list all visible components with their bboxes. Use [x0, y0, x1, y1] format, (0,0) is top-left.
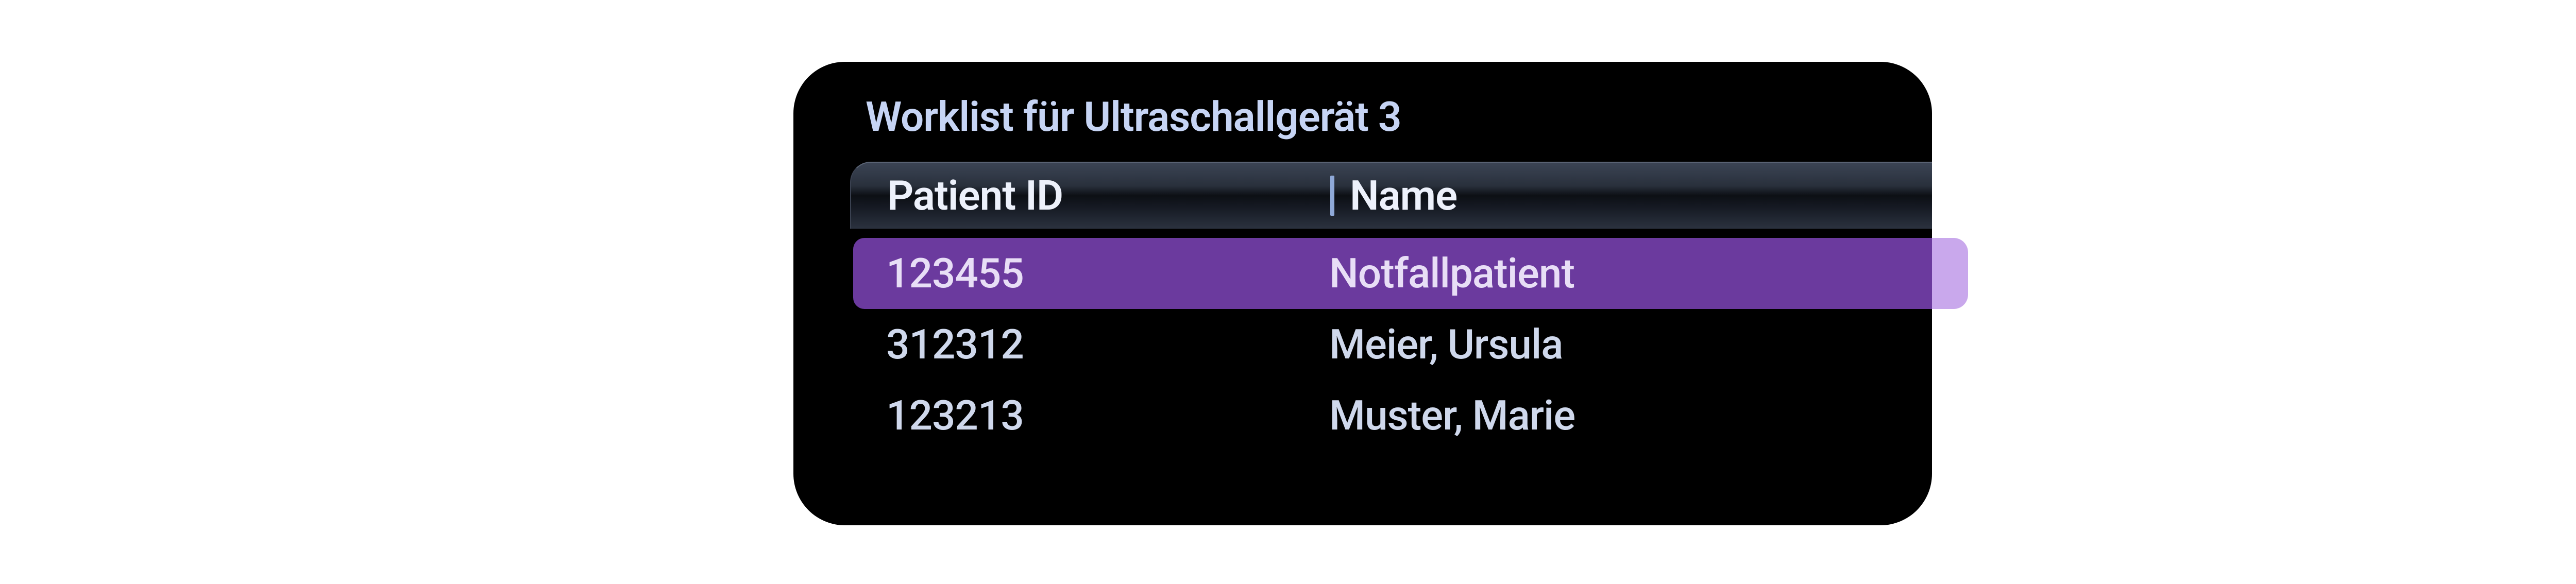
- cell-patient-name: Muster, Marie: [1329, 391, 1932, 440]
- table-row[interactable]: 123213 Muster, Marie: [850, 380, 1932, 451]
- cell-patient-id: 123213: [886, 391, 1329, 440]
- table-row[interactable]: 123455 Notfallpatient: [853, 238, 1932, 309]
- table-body: 123455 Notfallpatient 312312 Meier, Ursu…: [850, 229, 1932, 451]
- column-header-name[interactable]: Name: [1330, 163, 1932, 229]
- cell-patient-name: Meier, Ursula: [1329, 320, 1932, 369]
- cell-patient-id: 123455: [886, 249, 1329, 298]
- cell-patient-id: 312312: [886, 320, 1329, 369]
- table-row[interactable]: 312312 Meier, Ursula: [850, 309, 1932, 380]
- table-header-row: Patient ID Name: [850, 162, 1932, 229]
- panel-title: Worklist für Ultraschallgerät 3: [866, 93, 1932, 141]
- worklist-table: Patient ID Name 123455 Notfallpatient 31…: [850, 162, 1932, 451]
- column-header-patient-id[interactable]: Patient ID: [887, 163, 1330, 229]
- cell-patient-name: Notfallpatient: [1329, 249, 1932, 298]
- column-divider-icon: [1330, 176, 1334, 216]
- worklist-panel: Worklist für Ultraschallgerät 3 Patient …: [793, 62, 1932, 525]
- column-header-name-label: Name: [1350, 171, 1457, 220]
